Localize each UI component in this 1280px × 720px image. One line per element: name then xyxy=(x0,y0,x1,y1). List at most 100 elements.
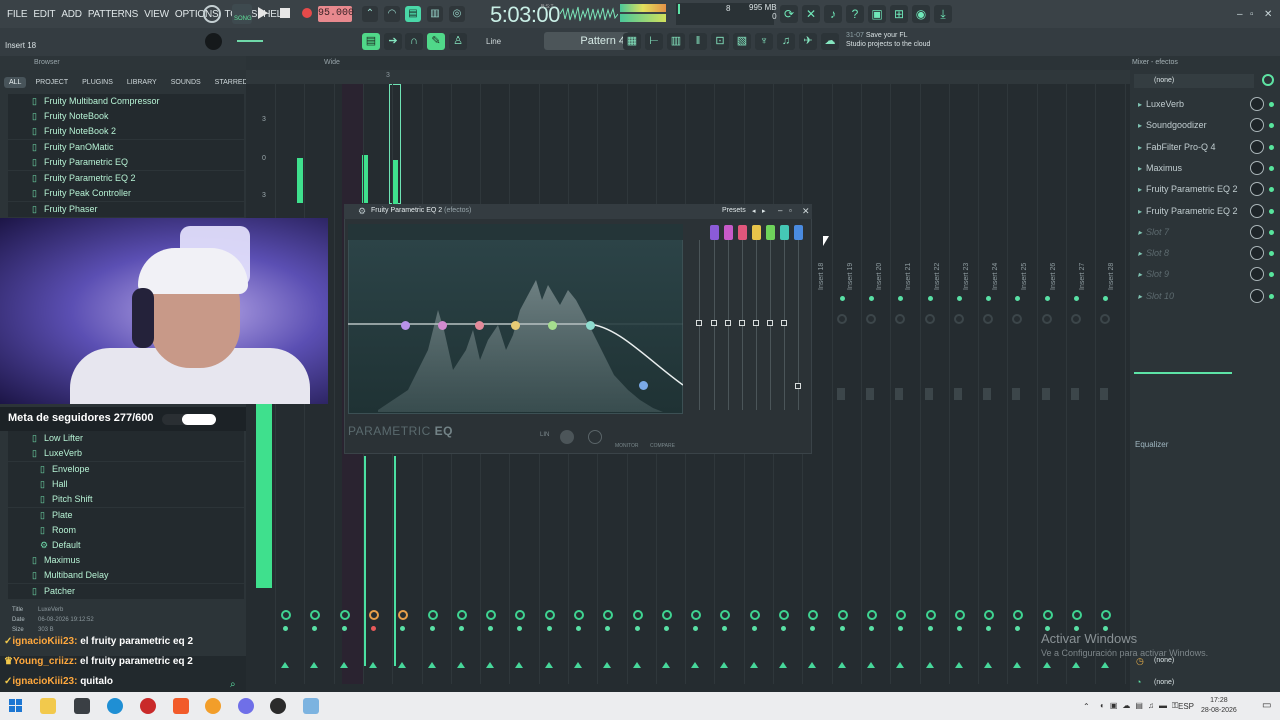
insert-pan-knob[interactable] xyxy=(515,610,525,620)
insert-pan-knob[interactable] xyxy=(1101,610,1111,620)
route-arrow-icon[interactable] xyxy=(310,662,318,668)
slot-expand-icon[interactable]: ▸ xyxy=(1138,164,1142,173)
route-arrow-icon[interactable] xyxy=(808,662,816,668)
insert-pan-knob[interactable] xyxy=(838,610,848,620)
master-volume-knob[interactable] xyxy=(205,33,222,50)
insert-fader[interactable] xyxy=(983,388,991,400)
insert-mute-led[interactable] xyxy=(810,626,815,631)
linear-icon[interactable]: LIN xyxy=(540,432,549,438)
insert-pan-knob[interactable] xyxy=(633,610,643,620)
eq-gain-slider[interactable] xyxy=(725,320,731,326)
insert-pan-knob[interactable] xyxy=(926,610,936,620)
maximize-icon[interactable]: ▫ xyxy=(1250,9,1254,20)
microphone-icon[interactable]: ♪ xyxy=(824,5,842,23)
route-arrow-icon[interactable] xyxy=(457,662,465,668)
insert-volume-knob[interactable] xyxy=(837,314,847,324)
mixer-icon[interactable]: ‖ xyxy=(689,33,707,50)
help-icon[interactable]: ? xyxy=(846,5,864,23)
slot-expand-icon[interactable]: ▸ xyxy=(1138,292,1142,301)
insert-volume-knob[interactable] xyxy=(1012,314,1022,324)
route-arrow-icon[interactable] xyxy=(340,662,348,668)
insert-volume-knob[interactable] xyxy=(925,314,935,324)
slot-mix-knob[interactable] xyxy=(1250,267,1264,281)
insert-mute-led[interactable] xyxy=(928,626,933,631)
insert-fader[interactable] xyxy=(925,388,933,400)
insert-pan-knob[interactable] xyxy=(1043,610,1053,620)
list-item[interactable]: ▯ Envelope xyxy=(8,462,244,477)
insert-mute-led[interactable] xyxy=(459,626,464,631)
minimize-icon[interactable]: – xyxy=(778,206,782,215)
insert-mute-led[interactable] xyxy=(400,626,405,631)
insert-mute-led[interactable] xyxy=(488,626,493,631)
brave-icon[interactable] xyxy=(173,698,189,714)
slot-enable-led[interactable] xyxy=(1269,102,1274,107)
insert-fader[interactable] xyxy=(1042,388,1050,400)
slot-enable-led[interactable] xyxy=(1269,145,1274,150)
eq-gain-slider[interactable] xyxy=(711,320,717,326)
panic-icon[interactable]: ✕ xyxy=(802,5,820,23)
insert-mute-led[interactable] xyxy=(371,626,376,631)
insert-fader[interactable] xyxy=(837,388,845,400)
route-arrow-icon[interactable] xyxy=(984,662,992,668)
close-icon[interactable]: ✕ xyxy=(1264,9,1272,20)
fl-studio-icon[interactable] xyxy=(205,698,221,714)
stop-icon[interactable] xyxy=(280,8,290,18)
insert-pan-knob[interactable] xyxy=(896,610,906,620)
tempo-tap-icon[interactable]: ♫ xyxy=(777,33,795,50)
slot-mix-knob[interactable] xyxy=(1250,225,1264,239)
high-quality-button[interactable] xyxy=(560,430,574,444)
insert-mute-led[interactable] xyxy=(635,626,640,631)
menu-view[interactable]: VIEW xyxy=(141,9,172,20)
route-arrow-icon[interactable] xyxy=(603,662,611,668)
route-arrow-icon[interactable] xyxy=(1072,662,1080,668)
list-item-selected[interactable]: ⚙ Default xyxy=(8,538,244,553)
list-item[interactable]: ▯ LuxeVerb xyxy=(8,446,244,461)
master-pitch-slider[interactable] xyxy=(237,40,263,42)
slot-expand-icon[interactable]: ▸ xyxy=(1138,249,1142,258)
eq-band-handle-4[interactable] xyxy=(511,321,520,330)
touch-keyboard-icon[interactable]: ✈ xyxy=(799,33,817,50)
tab-project[interactable]: PROJECT xyxy=(30,77,73,88)
insert-pan-knob[interactable] xyxy=(281,610,291,620)
close-icon[interactable]: ✕ xyxy=(802,206,810,217)
slot-mix-knob[interactable] xyxy=(1250,204,1264,218)
tray-expand-icon[interactable]: ⌃ xyxy=(1083,702,1090,711)
insert-label[interactable]: Insert 27 xyxy=(1079,263,1086,290)
insert-enable-led[interactable] xyxy=(986,296,991,301)
menu-file[interactable]: FILE xyxy=(4,9,30,20)
file-explorer-icon[interactable] xyxy=(40,698,56,714)
insert-pan-knob[interactable] xyxy=(398,610,408,620)
insert-mute-led[interactable] xyxy=(957,626,962,631)
song-mode-toggle[interactable]: SONG xyxy=(232,4,252,24)
channel-rack-icon[interactable]: ⊢ xyxy=(645,33,663,50)
insert-pan-knob[interactable] xyxy=(779,610,789,620)
route-arrow-icon[interactable] xyxy=(1101,662,1109,668)
insert-label[interactable]: Insert 22 xyxy=(934,263,941,290)
insert-label[interactable]: Insert 18 xyxy=(818,263,825,290)
eq-compare-label[interactable]: COMPARE xyxy=(650,443,675,449)
search-icon[interactable]: ⌕ xyxy=(230,679,236,690)
insert-volume-knob[interactable] xyxy=(866,314,876,324)
save-icon[interactable]: ▣ xyxy=(868,5,886,23)
system-clock[interactable]: 17:28 28-08-2026 xyxy=(1201,696,1237,716)
plugin-icon[interactable]: ⊞ xyxy=(890,5,908,23)
insert-mute-led[interactable] xyxy=(312,626,317,631)
insert-pan-knob[interactable] xyxy=(808,610,818,620)
input-enable-icon[interactable] xyxy=(1262,74,1274,86)
insert-mute-led[interactable] xyxy=(664,626,669,631)
output-knob[interactable] xyxy=(588,430,602,444)
stamp-icon[interactable]: ♙ xyxy=(449,33,467,50)
route-arrow-icon[interactable] xyxy=(369,662,377,668)
insert-volume-knob[interactable] xyxy=(983,314,993,324)
list-item[interactable]: ▯ Plate xyxy=(8,508,244,523)
list-item[interactable]: ▯ Fruity Peak Controller xyxy=(8,186,244,201)
list-item[interactable]: ▯ Fruity Parametric EQ 2 xyxy=(8,171,244,186)
gear-icon[interactable]: ⚙ xyxy=(358,206,366,217)
slot-enable-led[interactable] xyxy=(1269,209,1274,214)
route-arrow-icon[interactable] xyxy=(867,662,875,668)
insert-fader[interactable] xyxy=(1100,388,1108,400)
tab-sounds[interactable]: SOUNDS xyxy=(166,77,206,88)
notification-icon[interactable]: ▭ xyxy=(1262,700,1271,711)
eq-gain-slider[interactable] xyxy=(767,320,773,326)
insert-mute-led[interactable] xyxy=(1015,626,1020,631)
